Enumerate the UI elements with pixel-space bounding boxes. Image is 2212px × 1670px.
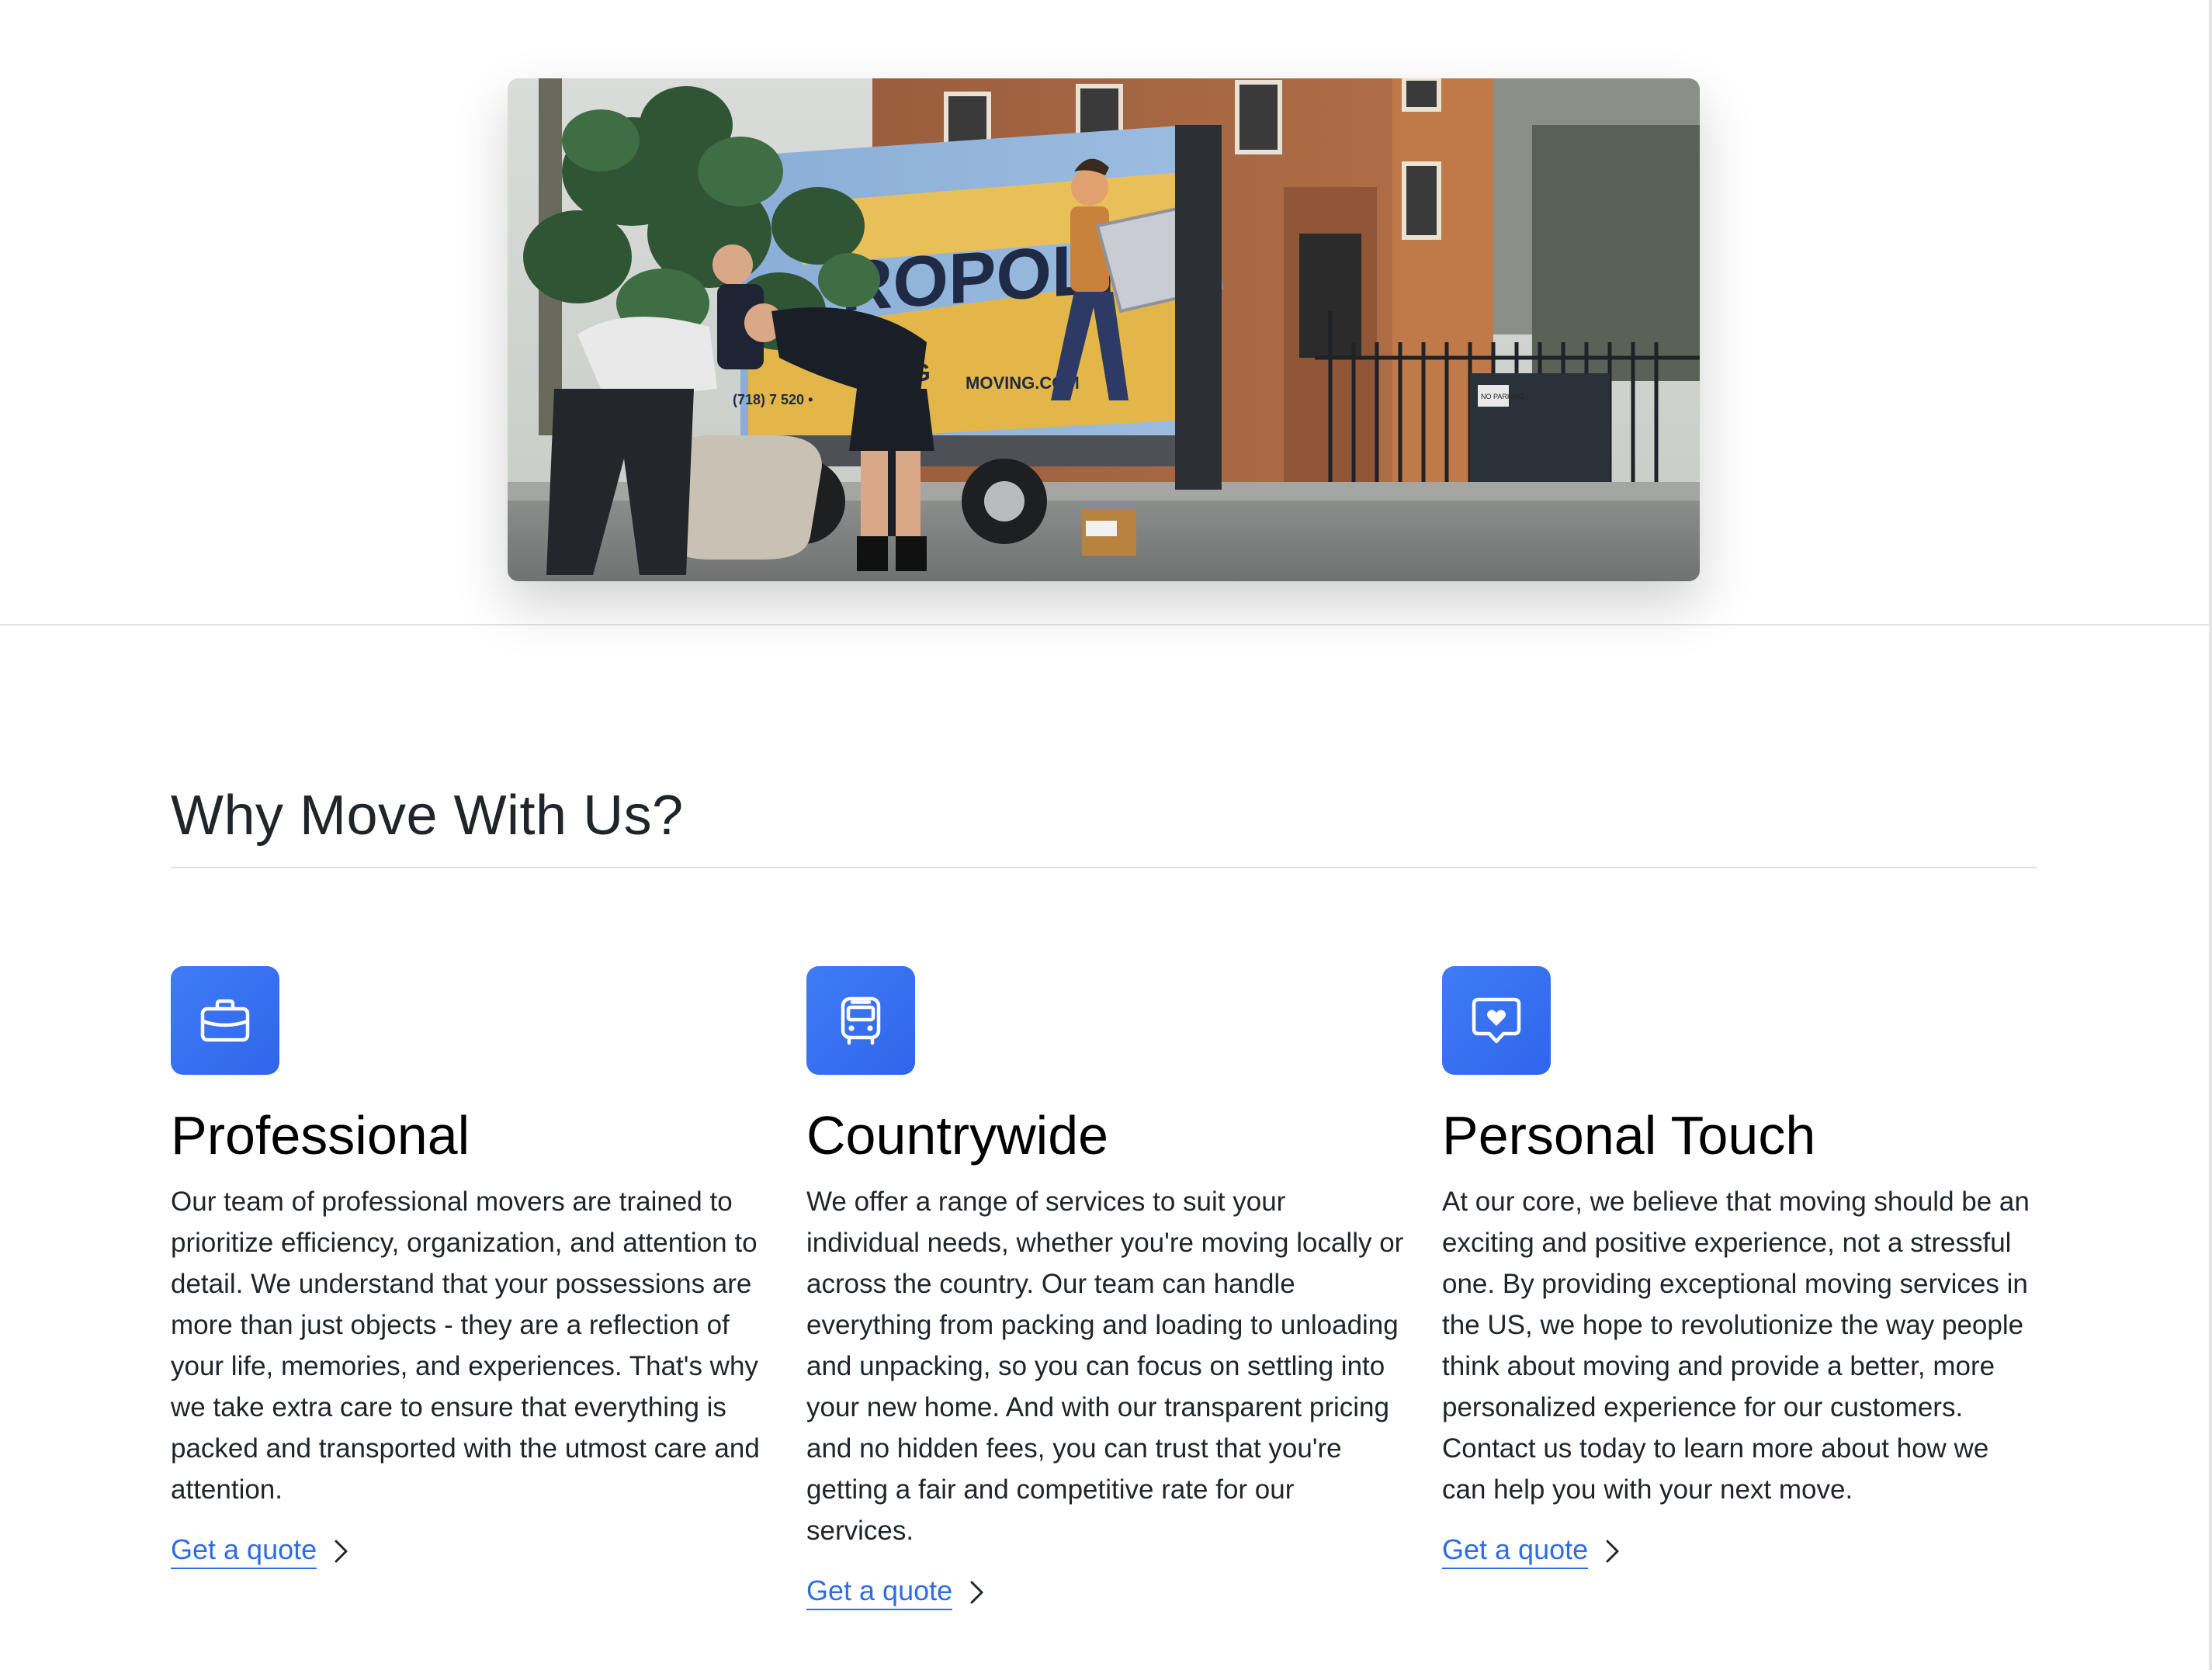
feature-title: Professional [171,1105,470,1166]
chat-heart-icon [1472,997,1521,1044]
moving-crew-truck-photo: NO PARKING ROPOLIS G MOVING.COM (718) 7 … [508,78,1700,581]
bus-icon [841,996,881,1045]
feature-professional: Professional Our team of professional mo… [171,966,768,1569]
get-a-quote-label[interactable]: Get a quote [1442,1533,1589,1569]
feature-title: Countrywide [806,1105,1109,1166]
feature-title: Personal Touch [1442,1105,1816,1166]
section-divider [171,867,2037,868]
feature-countrywide: Countrywide We offer a range of services… [806,966,1404,1610]
feature-icon-tile [1442,966,1551,1075]
get-a-quote-link[interactable]: Get a quote [806,1575,985,1610]
get-a-quote-label[interactable]: Get a quote [806,1575,953,1610]
get-a-quote-label[interactable]: Get a quote [171,1533,317,1569]
chevron-right-icon [335,1540,348,1562]
hero-section: NO PARKING ROPOLIS G MOVING.COM (718) 7 … [0,0,2209,625]
feature-personal-touch: Personal Touch At our core, we believe t… [1442,966,2040,1569]
get-a-quote-link[interactable]: Get a quote [1442,1533,1621,1569]
get-a-quote-link[interactable]: Get a quote [171,1533,349,1569]
page-scrollbar[interactable] [2209,0,2212,1670]
no-parking-sign-text: NO PARKING [1481,393,1524,400]
feature-description: We offer a range of services to suit you… [806,1186,1404,1546]
feature-description: At our core, we believe that moving shou… [1442,1186,2030,1505]
chevron-right-icon [1606,1540,1619,1562]
chevron-right-icon [970,1581,983,1603]
hero-image: NO PARKING ROPOLIS G MOVING.COM (718) 7 … [508,78,1700,581]
feature-icon-tile [806,966,915,1075]
feature-icon-tile [171,966,279,1075]
briefcase-icon [200,999,250,1042]
section-title: Why Move With Us? [171,785,684,847]
truck-phone-text: (718) 7 520 • [733,392,813,407]
feature-description: Our team of professional movers are trai… [171,1186,760,1505]
